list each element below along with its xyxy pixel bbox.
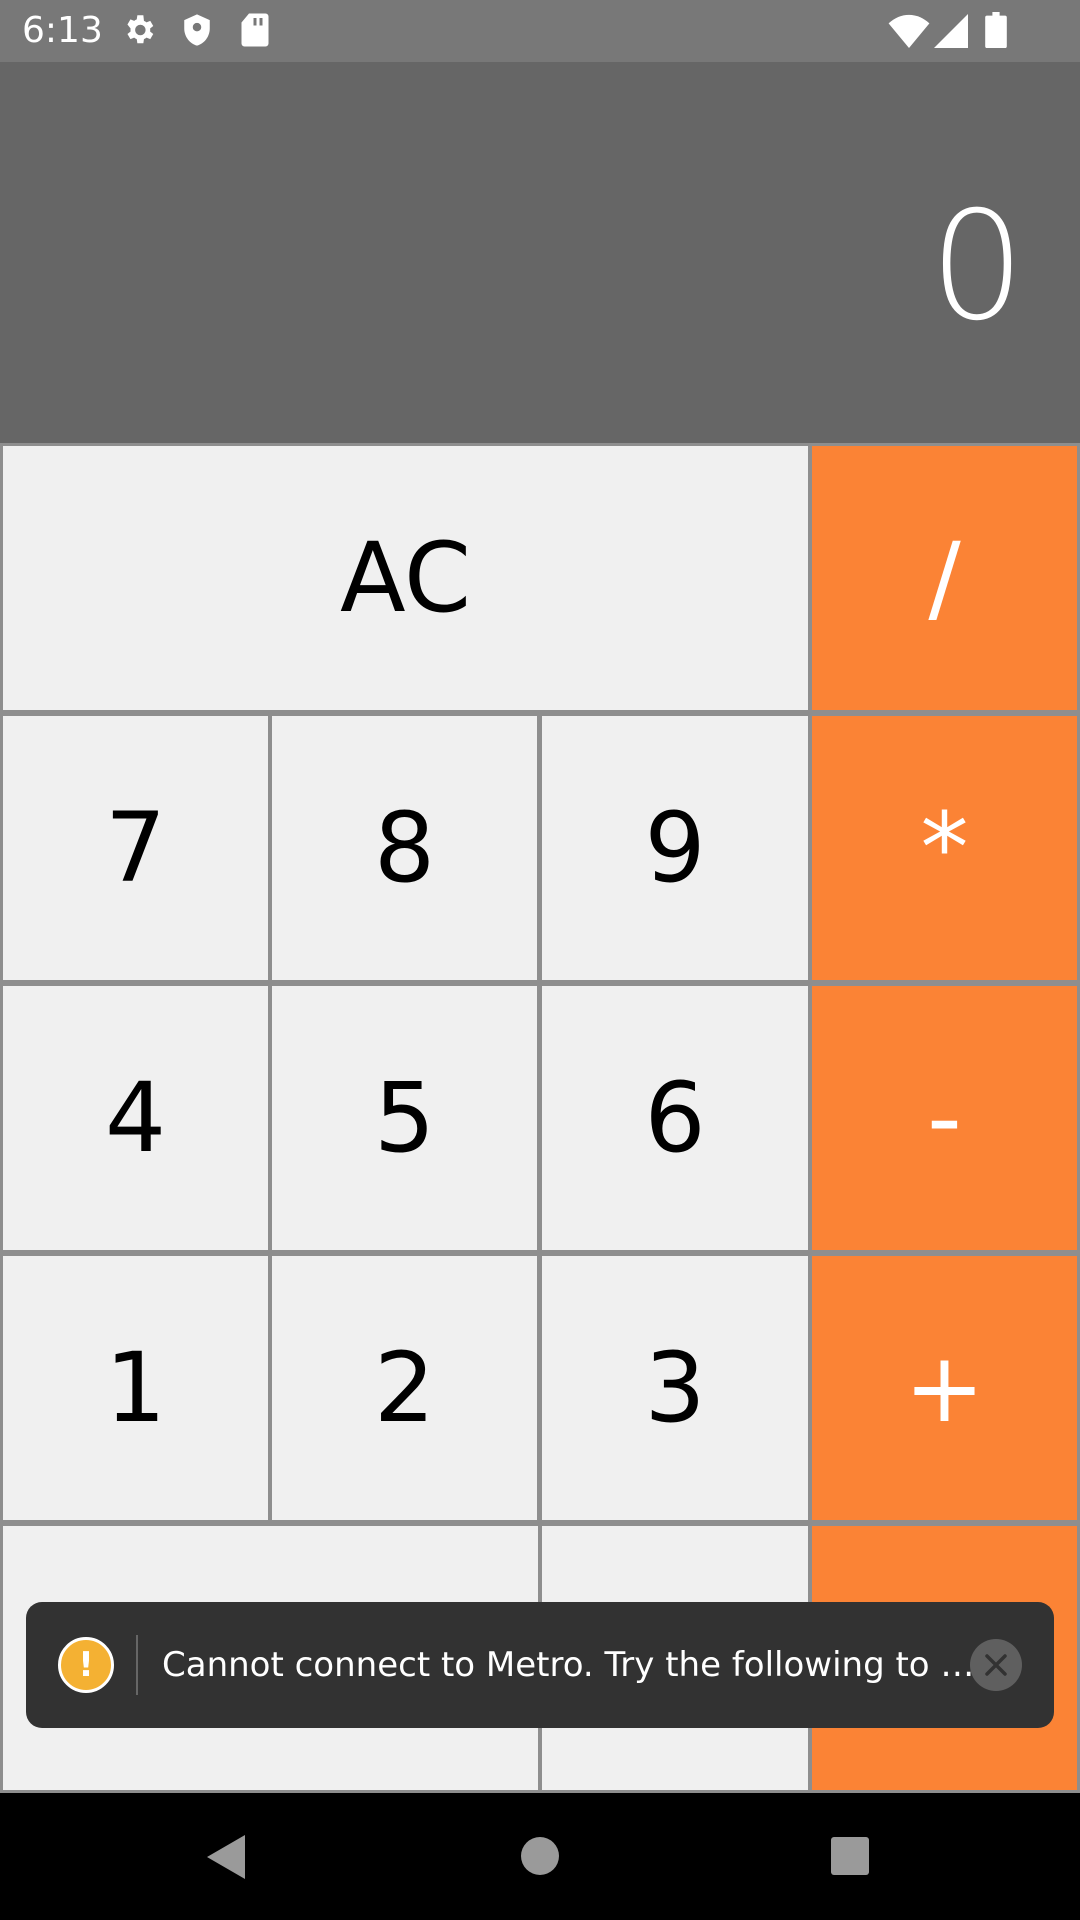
shield-icon <box>180 12 214 52</box>
nav-bar <box>0 1793 1080 1920</box>
toast-message[interactable]: Cannot connect to Metro. Try the followi… <box>162 1638 972 1692</box>
minus-button[interactable]: - <box>812 986 1077 1250</box>
sd-card-icon <box>240 12 270 52</box>
keypad: AC / 7 8 9 * 4 5 6 - 1 2 3 + <box>0 443 1080 1793</box>
plus-button[interactable]: + <box>812 1256 1077 1520</box>
digit-4-button[interactable]: 4 <box>3 986 268 1250</box>
clear-button[interactable]: AC <box>3 446 808 710</box>
error-toast[interactable]: ! Cannot connect to Metro. Try the follo… <box>26 1602 1054 1728</box>
digit-7-button[interactable]: 7 <box>3 716 268 980</box>
divide-button[interactable]: / <box>812 446 1077 710</box>
close-icon[interactable] <box>970 1639 1022 1691</box>
digit-9-button[interactable]: 9 <box>542 716 808 980</box>
result-display: 0 <box>0 62 1080 443</box>
battery-icon <box>985 12 1007 52</box>
cell-signal-icon <box>934 14 968 52</box>
display-value: 0 <box>929 180 1025 354</box>
digit-8-button[interactable]: 8 <box>272 716 537 980</box>
digit-5-button[interactable]: 5 <box>272 986 537 1250</box>
recents-icon[interactable] <box>830 1836 870 1880</box>
digit-6-button[interactable]: 6 <box>542 986 808 1250</box>
back-icon[interactable] <box>203 1833 247 1885</box>
toast-divider <box>136 1635 138 1695</box>
digit-1-button[interactable]: 1 <box>3 1256 268 1520</box>
home-icon[interactable] <box>520 1836 560 1880</box>
status-bar: 6:13 <box>0 0 1080 62</box>
digit-2-button[interactable]: 2 <box>272 1256 537 1520</box>
digit-3-button[interactable]: 3 <box>542 1256 808 1520</box>
warning-icon: ! <box>58 1637 114 1693</box>
gear-icon <box>121 12 157 52</box>
wifi-icon <box>888 14 930 52</box>
multiply-button[interactable]: * <box>812 716 1077 980</box>
status-time: 6:13 <box>22 10 103 51</box>
